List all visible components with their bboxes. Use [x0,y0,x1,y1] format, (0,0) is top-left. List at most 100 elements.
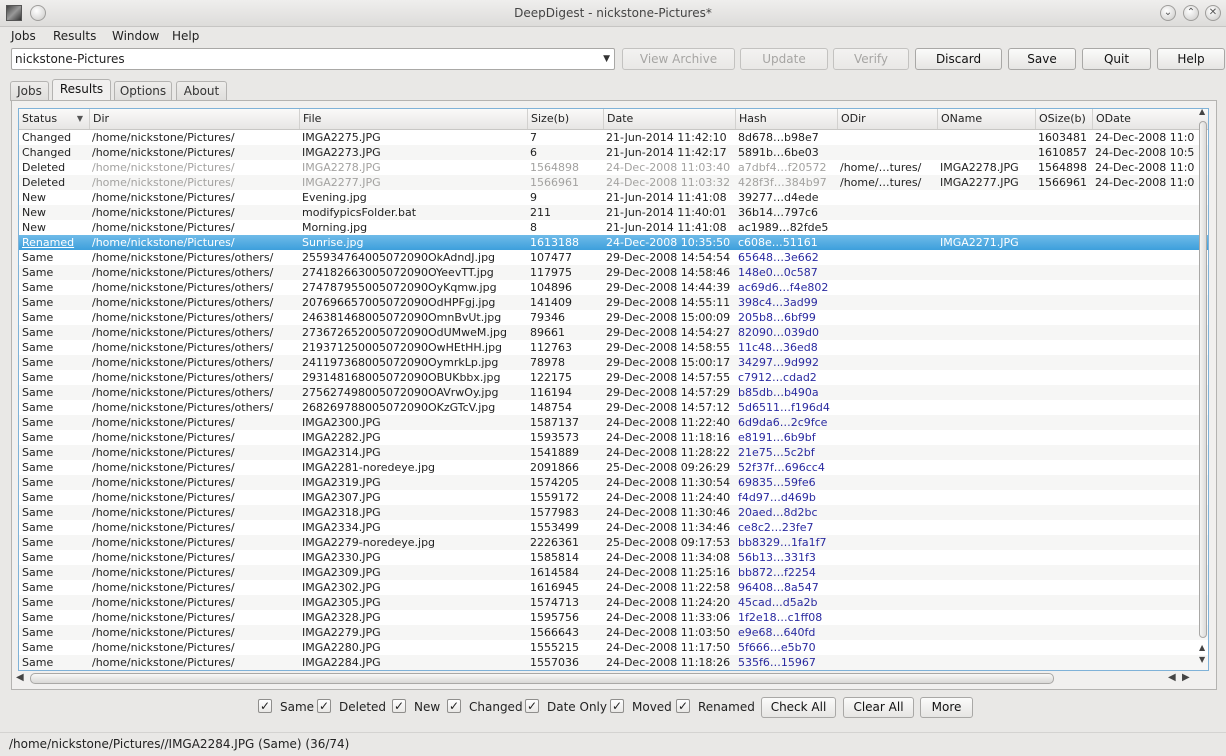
table-row[interactable]: Deleted/home/nickstone/Pictures/IMGA2277… [19,175,1208,190]
table-row[interactable]: New/home/nickstone/Pictures/modifypicsFo… [19,205,1208,220]
column-header-oname[interactable]: OName [937,109,1035,129]
cell-oname [937,310,1035,325]
table-row[interactable]: Same/home/nickstone/Pictures/IMGA2305.JP… [19,595,1208,610]
table-row[interactable]: Same/home/nickstone/Pictures/others/2741… [19,265,1208,280]
cell-size: 148754 [530,401,572,414]
save-button[interactable]: Save [1008,48,1076,70]
quit-button[interactable]: Quit [1082,48,1151,70]
menu-jobs[interactable]: Jobs [11,29,36,43]
table-row[interactable]: Deleted/home/nickstone/Pictures/IMGA2278… [19,160,1208,175]
check-all-button[interactable]: Check All [761,697,836,718]
more-button[interactable]: More [920,697,973,718]
table-row[interactable]: Same/home/nickstone/Pictures/IMGA2309.JP… [19,565,1208,580]
table-row[interactable]: Same/home/nickstone/Pictures/others/2682… [19,400,1208,415]
filter-renamed-checkbox[interactable]: ✓ [676,699,690,713]
column-header-file[interactable]: File [299,109,527,129]
verify-button[interactable]: Verify [833,48,909,70]
column-header-hash[interactable]: Hash [735,109,837,129]
table-row[interactable]: Same/home/nickstone/Pictures/IMGA2280.JP… [19,640,1208,655]
scroll-up-icon[interactable]: ▲ [1199,107,1205,116]
table-row[interactable]: Same/home/nickstone/Pictures/others/2076… [19,295,1208,310]
cell-odate [1092,250,1208,265]
table-row[interactable]: Same/home/nickstone/Pictures/IMGA2279-no… [19,535,1208,550]
table-row[interactable]: Same/home/nickstone/Pictures/others/2463… [19,310,1208,325]
cell-size: 9 [530,191,537,204]
horizontal-scroll-thumb[interactable] [30,673,1054,684]
table-row[interactable]: Same/home/nickstone/Pictures/others/2756… [19,385,1208,400]
column-header-date[interactable]: Date [603,109,735,129]
table-row[interactable]: Same/home/nickstone/Pictures/IMGA2318.JP… [19,505,1208,520]
table-row[interactable]: Same/home/nickstone/Pictures/IMGA2282.JP… [19,430,1208,445]
maximize-button[interactable]: ⌃ [1183,5,1199,21]
table-row[interactable]: Same/home/nickstone/Pictures/others/2931… [19,370,1208,385]
column-header-osize[interactable]: OSize(b) [1035,109,1092,129]
cell-odate [1092,280,1208,295]
scroll-down-icon[interactable]: ▼ [1199,655,1205,664]
scroll-left-icon-right[interactable]: ◀ [1168,672,1176,683]
filter-moved-checkbox[interactable]: ✓ [610,699,624,713]
filter-date-only-checkbox[interactable]: ✓ [525,699,539,713]
close-button[interactable]: ✕ [1205,5,1221,21]
update-button[interactable]: Update [740,48,828,70]
column-header-dir[interactable]: Dir [89,109,299,129]
table-row[interactable]: New/home/nickstone/Pictures/Morning.jpg 8… [19,220,1208,235]
table-row[interactable]: Same/home/nickstone/Pictures/IMGA2330.JP… [19,550,1208,565]
cell-hash: bb8329…1fa1f7 [738,536,827,549]
menu-help[interactable]: Help [172,29,199,43]
table-row[interactable]: Same/home/nickstone/Pictures/IMGA2300.JP… [19,415,1208,430]
cell-dir: /home/nickstone/Pictures/ [92,566,235,579]
table-row[interactable]: Renamed/home/nickstone/Pictures/Sunrise.… [19,235,1208,250]
discard-button[interactable]: Discard [915,48,1002,70]
filter-changed-checkbox[interactable]: ✓ [447,699,461,713]
cell-size: 79346 [530,311,565,324]
table-row[interactable]: Changed/home/nickstone/Pictures/IMGA2275… [19,130,1208,145]
table-row[interactable]: Same/home/nickstone/Pictures/others/2411… [19,355,1208,370]
table-row[interactable]: Same/home/nickstone/Pictures/others/2559… [19,250,1208,265]
table-row[interactable]: Same/home/nickstone/Pictures/IMGA2279.JP… [19,625,1208,640]
cell-hash: 34297…9d992 [738,356,819,369]
table-row[interactable]: Same/home/nickstone/Pictures/IMGA2281-no… [19,460,1208,475]
table-row[interactable]: Changed/home/nickstone/Pictures/IMGA2273… [19,145,1208,160]
scroll-left-icon[interactable]: ◀ [16,672,24,683]
table-row[interactable]: Same/home/nickstone/Pictures/IMGA2284.JP… [19,655,1208,670]
tab-jobs[interactable]: Jobs [10,81,49,101]
filter-deleted-label: Deleted [339,700,387,714]
table-row[interactable]: Same/home/nickstone/Pictures/IMGA2302.JP… [19,580,1208,595]
column-header-odate[interactable]: ODate [1092,109,1208,129]
table-row[interactable]: Same/home/nickstone/Pictures/IMGA2328.JP… [19,610,1208,625]
scroll-right-icon[interactable]: ▶ [1182,672,1190,683]
cell-odir [837,310,937,325]
filter-same-checkbox[interactable]: ✓ [258,699,272,713]
help-button[interactable]: Help [1157,48,1225,70]
table-row[interactable]: Same/home/nickstone/Pictures/others/2747… [19,280,1208,295]
table-row[interactable]: New/home/nickstone/Pictures/Evening.jpg 9… [19,190,1208,205]
menu-bar: Jobs Results Window Help [0,27,1226,47]
filter-deleted-checkbox[interactable]: ✓ [317,699,331,713]
menu-window[interactable]: Window [112,29,159,43]
table-row[interactable]: Same/home/nickstone/Pictures/IMGA2334.JP… [19,520,1208,535]
cell-status: Same [22,266,54,279]
filter-new-checkbox[interactable]: ✓ [392,699,406,713]
table-row[interactable]: Same/home/nickstone/Pictures/others/2736… [19,325,1208,340]
column-header-odir[interactable]: ODir [837,109,937,129]
table-row[interactable]: Same/home/nickstone/Pictures/others/2193… [19,340,1208,355]
job-select[interactable]: nickstone-Pictures ▼ [11,48,615,70]
view-archive-button[interactable]: View Archive [622,48,735,70]
vertical-scrollbar[interactable]: ▲ ▲ ▼ [1198,107,1210,668]
horizontal-scrollbar[interactable]: ◀ ◀ ▶ [16,672,1192,686]
menu-results[interactable]: Results [53,29,96,43]
table-row[interactable]: Same/home/nickstone/Pictures/IMGA2319.JP… [19,475,1208,490]
cell-oname [937,280,1035,295]
table-row[interactable]: Same/home/nickstone/Pictures/IMGA2314.JP… [19,445,1208,460]
tab-options[interactable]: Options [114,81,172,101]
column-header-status[interactable]: Status ▼ [19,109,89,129]
vertical-scroll-thumb[interactable] [1199,121,1207,638]
cell-osize [1035,265,1092,280]
table-row[interactable]: Same/home/nickstone/Pictures/IMGA2307.JP… [19,490,1208,505]
tab-about[interactable]: About [176,81,227,101]
minimize-button[interactable]: ⌄ [1160,5,1176,21]
column-header-size[interactable]: Size(b) [527,109,603,129]
clear-all-button[interactable]: Clear All [843,697,914,718]
scroll-up-icon-lower[interactable]: ▲ [1199,643,1205,652]
tab-results[interactable]: Results [52,79,111,102]
